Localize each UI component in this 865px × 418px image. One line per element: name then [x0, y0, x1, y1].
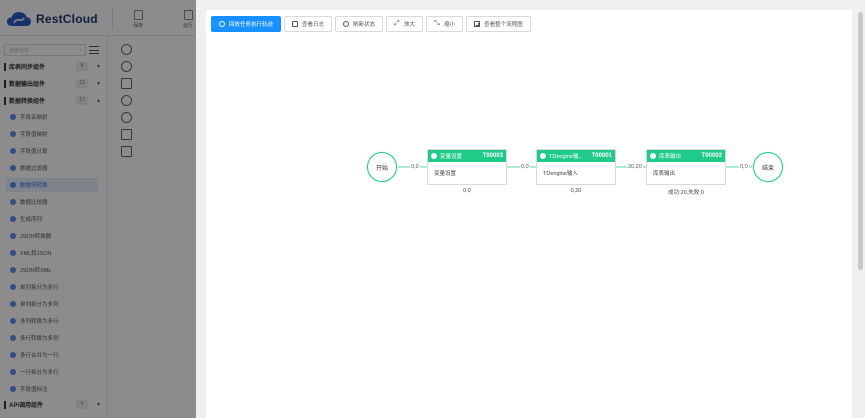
edge-count-label: 0,0 [410, 164, 420, 170]
success-icon [540, 153, 546, 159]
node-body: 变量设置 [434, 171, 457, 177]
node-header: 变量设置 T00003 [428, 150, 506, 162]
node-header: 库表输出 T00002 [647, 150, 725, 162]
node-title: TDengine输... [549, 154, 583, 160]
edge-count-label: 0,0 [739, 164, 749, 170]
success-icon [650, 153, 656, 159]
node-id: T00002 [701, 153, 722, 159]
flow-connectors [397, 166, 753, 168]
flow-node-variable[interactable]: 变量设置 T00003 变量设置 [427, 149, 507, 185]
edge-count-label: 20,20 [627, 164, 643, 170]
start-label: 开始 [375, 165, 388, 172]
execution-trace-drawer: 回放任务执行轨迹 查看日志 刷新状态 ⤢ 放大 ⤡ 缩小 查看整个流程图 开始 [196, 0, 865, 418]
flow-node-tdengine[interactable]: TDengine输... T00001 TDengine输入 [536, 149, 616, 185]
node-id: T00001 [591, 153, 612, 159]
flow-start-node[interactable]: 开始 [367, 152, 397, 182]
node-stat: 0,20 [570, 188, 582, 194]
success-icon [431, 153, 437, 159]
flow-end-node[interactable]: 结束 [753, 152, 783, 182]
edge-count-label: 0,0 [520, 164, 530, 170]
flow-node-table-output[interactable]: 库表输出 T00002 库表输出 [646, 149, 726, 185]
node-header: TDengine输... T00001 [537, 150, 615, 162]
node-id: T00003 [482, 153, 503, 159]
node-body: 库表输出 [653, 171, 676, 177]
node-title: 库表输出 [659, 154, 682, 160]
node-title: 变量设置 [440, 154, 463, 160]
end-label: 结束 [761, 165, 774, 172]
node-stat: 0,0 [463, 188, 471, 194]
node-stat: 成功:20,失败:0 [668, 190, 704, 196]
node-body: TDengine输入 [543, 171, 578, 177]
